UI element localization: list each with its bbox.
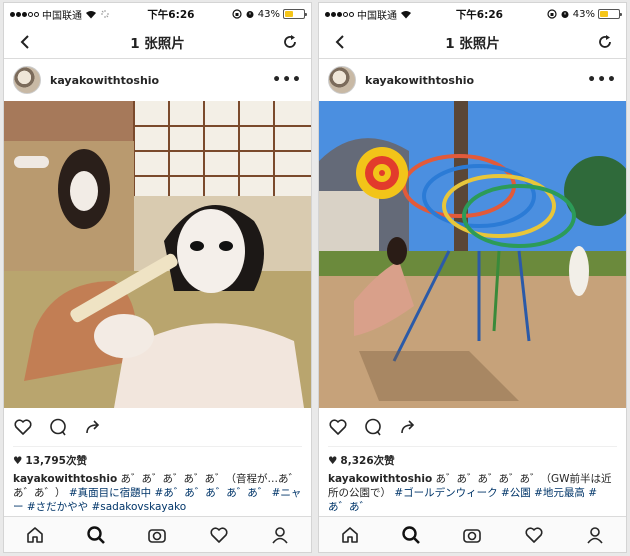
post-header: kayakowithtoshio ••• xyxy=(319,59,626,101)
caption-username[interactable]: kayakowithtoshio xyxy=(13,473,117,485)
share-icon[interactable] xyxy=(83,417,103,437)
tab-home[interactable] xyxy=(339,524,361,546)
avatar[interactable] xyxy=(328,66,356,94)
photo-image xyxy=(319,101,626,408)
refresh-icon xyxy=(599,34,611,48)
comment-icon[interactable] xyxy=(48,417,68,437)
tab-home[interactable] xyxy=(24,524,46,546)
post-username[interactable]: kayakowithtoshio xyxy=(50,74,263,87)
wifi-icon xyxy=(86,10,96,18)
photo-image xyxy=(4,101,311,408)
avatar[interactable] xyxy=(13,66,41,94)
camera-icon xyxy=(463,528,482,543)
search-icon xyxy=(402,525,420,544)
post-photo[interactable] xyxy=(319,101,626,408)
loading-icon xyxy=(101,10,109,18)
phone-right: 中国联通 下午6:26 43% 1 张照片 kayakowithtoshio •… xyxy=(318,2,627,553)
heart-small-icon: ♥ xyxy=(13,454,23,467)
status-bar: 中国联通 下午6:26 43% xyxy=(319,3,626,25)
back-button[interactable] xyxy=(14,31,36,53)
tab-bar xyxy=(319,516,626,552)
heart-small-icon: ♥ xyxy=(328,454,338,467)
heart-icon[interactable] xyxy=(328,417,348,437)
tab-search[interactable] xyxy=(400,524,422,546)
status-time: 下午6:26 xyxy=(455,8,503,21)
post-actions xyxy=(4,408,311,446)
search-icon xyxy=(87,525,105,544)
status-bar: 中国联通 下午6:26 43% xyxy=(4,3,311,25)
battery-percent: 43% xyxy=(257,8,280,20)
comment-icon[interactable] xyxy=(363,417,383,437)
share-icon[interactable] xyxy=(398,417,418,437)
post-actions xyxy=(319,408,626,446)
alarm-icon xyxy=(246,11,254,18)
back-icon xyxy=(20,34,29,49)
profile-icon xyxy=(587,526,603,544)
tab-camera[interactable] xyxy=(146,524,168,546)
activity-icon xyxy=(210,526,228,543)
likes-count[interactable]: ♥ 8,326次赞 xyxy=(319,447,626,470)
tab-search[interactable] xyxy=(85,524,107,546)
post-header: kayakowithtoshio ••• xyxy=(4,59,311,101)
back-icon xyxy=(335,34,344,49)
refresh-button[interactable] xyxy=(594,31,616,53)
status-time: 下午6:26 xyxy=(147,8,195,21)
carrier: 中国联通 xyxy=(357,10,397,22)
camera-icon xyxy=(148,528,167,543)
orientation-lock-icon xyxy=(232,9,242,19)
tab-profile[interactable] xyxy=(584,524,606,546)
activity-icon xyxy=(525,526,543,543)
back-button[interactable] xyxy=(329,31,351,53)
likes-count[interactable]: ♥ 13,795次赞 xyxy=(4,447,311,470)
battery-icon xyxy=(282,9,307,19)
post-photo[interactable] xyxy=(4,101,311,408)
caption-username[interactable]: kayakowithtoshio xyxy=(328,473,432,485)
more-icon[interactable]: ••• xyxy=(272,72,302,88)
page-title: 1 张照片 xyxy=(445,35,500,52)
tab-profile[interactable] xyxy=(269,524,291,546)
tab-activity[interactable] xyxy=(523,524,545,546)
signal-icon xyxy=(10,11,39,17)
refresh-button[interactable] xyxy=(279,31,301,53)
tab-activity[interactable] xyxy=(208,524,230,546)
nav-bar: 1 张照片 xyxy=(4,25,311,59)
alarm-icon xyxy=(561,11,569,18)
post-username[interactable]: kayakowithtoshio xyxy=(365,74,578,87)
signal-icon xyxy=(325,11,354,17)
phone-left: 中国联通 下午6:26 43% 1 张照片 kayakowithtoshio •… xyxy=(3,2,312,553)
heart-icon[interactable] xyxy=(13,417,33,437)
home-icon xyxy=(26,526,43,543)
page-title: 1 张照片 xyxy=(130,35,185,52)
wifi-icon xyxy=(401,10,411,18)
home-icon xyxy=(341,526,358,543)
tab-bar xyxy=(4,516,311,552)
nav-bar: 1 张照片 xyxy=(319,25,626,59)
screenshot-pair: 中国联通 下午6:26 43% 1 张照片 kayakowithtoshio •… xyxy=(0,0,630,556)
tab-camera[interactable] xyxy=(461,524,483,546)
orientation-lock-icon xyxy=(547,9,557,19)
refresh-icon xyxy=(284,34,296,48)
profile-icon xyxy=(272,526,288,544)
battery-percent: 43% xyxy=(572,8,595,20)
battery-icon xyxy=(597,9,622,19)
carrier: 中国联通 xyxy=(42,10,82,22)
more-icon[interactable]: ••• xyxy=(587,72,617,88)
